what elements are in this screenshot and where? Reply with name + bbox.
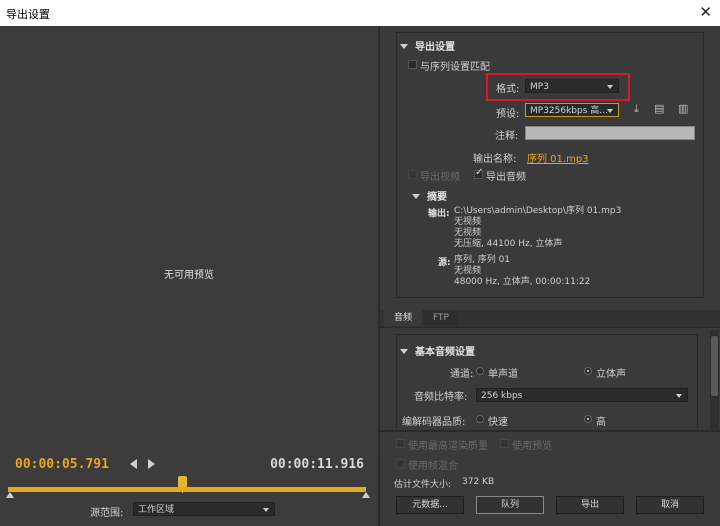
source-range-value: 工作区域	[138, 505, 175, 515]
section-divider	[380, 430, 720, 432]
current-timecode[interactable]: 00:00:05.791	[15, 457, 109, 472]
output-name-link[interactable]: 序列 01.mp3	[527, 150, 589, 165]
summary-source-label: 源:	[438, 258, 451, 268]
fast-label: 快速	[488, 417, 508, 428]
max-render-label: 使用最高渲染质量	[408, 441, 488, 452]
fast-radio[interactable]	[476, 415, 484, 423]
source-range-select[interactable]: 工作区域	[133, 502, 275, 516]
collapse-icon	[412, 194, 420, 199]
format-label: 格式:	[496, 84, 520, 95]
export-button[interactable]: 导出	[556, 496, 624, 514]
set-in-point-icon[interactable]	[130, 459, 137, 469]
collapse-icon	[400, 44, 408, 49]
match-sequence-checkbox[interactable]	[408, 60, 417, 69]
quality-label: 编解码器品质:	[402, 417, 466, 428]
metadata-button[interactable]: 元数据...	[396, 496, 464, 514]
scrollbar[interactable]	[710, 330, 719, 430]
mono-label: 单声道	[488, 369, 518, 380]
settings-panel: 导出设置 与序列设置匹配 格式: MP3 预设: MP3256kbps 高...…	[380, 26, 720, 526]
preview-panel: 无可用预览 00:00:05.791 00:00:11.916 源范围: 工作区…	[0, 26, 378, 526]
frame-blend-label: 使用帧混合	[408, 461, 458, 472]
match-sequence-label: 与序列设置匹配	[420, 62, 490, 73]
high-radio[interactable]	[584, 415, 592, 423]
collapse-icon	[400, 349, 408, 354]
bitrate-value: 256 kbps	[481, 391, 523, 401]
bitrate-select[interactable]: 256 kbps	[476, 388, 688, 402]
comments-field[interactable]	[525, 126, 695, 140]
in-point-handle[interactable]	[6, 492, 14, 498]
tab-ftp[interactable]: FTP	[424, 310, 458, 326]
close-icon[interactable]: ✕	[699, 3, 712, 21]
chevron-down-icon	[263, 508, 269, 512]
preview-area: 无可用预览	[0, 26, 378, 456]
save-preset-icon[interactable]: ⤓	[634, 102, 639, 116]
summary-header[interactable]: 摘要	[412, 188, 447, 203]
queue-button[interactable]: 队列	[476, 496, 544, 514]
chevron-down-icon	[676, 394, 682, 398]
use-previews-label: 使用预览	[512, 441, 552, 452]
high-label: 高	[596, 417, 606, 428]
output-name-label: 输出名称:	[473, 154, 517, 165]
format-select[interactable]: MP3	[525, 79, 619, 93]
export-audio-checkbox[interactable]	[474, 167, 483, 179]
preset-value: MP3256kbps 高...	[530, 106, 608, 116]
use-previews-checkbox[interactable]	[500, 439, 509, 448]
frame-blend-checkbox[interactable]	[396, 459, 405, 468]
playhead-icon[interactable]	[177, 476, 187, 493]
set-out-point-icon[interactable]	[148, 459, 155, 469]
export-video-checkbox[interactable]	[408, 170, 417, 179]
no-preview-text: 无可用预览	[164, 270, 214, 281]
out-point-handle[interactable]	[362, 492, 370, 498]
summary-output-lines: C:\Users\admin\Desktop\序列 01.mp3 无视频 无视频…	[454, 206, 622, 249]
tab-audio[interactable]: 音频	[384, 310, 422, 326]
basic-audio-header[interactable]: 基本音频设置	[400, 343, 475, 358]
export-settings-header[interactable]: 导出设置	[400, 38, 455, 53]
cancel-button[interactable]: 取消	[636, 496, 704, 514]
comments-label: 注释:	[495, 131, 519, 142]
window-title: 导出设置	[6, 8, 50, 21]
mono-radio[interactable]	[476, 367, 484, 375]
duration-timecode: 00:00:11.916	[270, 457, 364, 472]
bitrate-label: 音频比特率:	[414, 392, 468, 403]
delete-preset-icon[interactable]: ▥	[678, 102, 688, 115]
stereo-radio[interactable]	[584, 367, 592, 375]
timeline-bar[interactable]	[8, 487, 366, 492]
import-preset-icon[interactable]: ▤	[654, 102, 664, 115]
channels-label: 通道:	[450, 369, 474, 380]
format-value: MP3	[530, 82, 549, 92]
scrollbar-thumb[interactable]	[711, 336, 718, 396]
summary-source-lines: 序列, 序列 01 无视频 48000 Hz, 立体声, 00:00:11:22	[454, 255, 591, 287]
export-audio-label: 导出音频	[486, 172, 526, 183]
preset-label: 预设:	[496, 109, 520, 120]
stereo-label: 立体声	[596, 369, 626, 380]
export-video-label: 导出视频	[420, 172, 460, 183]
chevron-down-icon	[607, 85, 613, 89]
file-size-value: 372 KB	[462, 477, 495, 487]
file-size-label: 估计文件大小:	[394, 480, 452, 490]
title-bar: 导出设置 ✕	[0, 0, 720, 26]
preset-select[interactable]: MP3256kbps 高...	[525, 103, 619, 117]
source-range-label: 源范围:	[90, 508, 124, 519]
max-render-checkbox[interactable]	[396, 439, 405, 448]
chevron-down-icon	[607, 109, 613, 113]
summary-output-label: 输出:	[428, 209, 450, 219]
